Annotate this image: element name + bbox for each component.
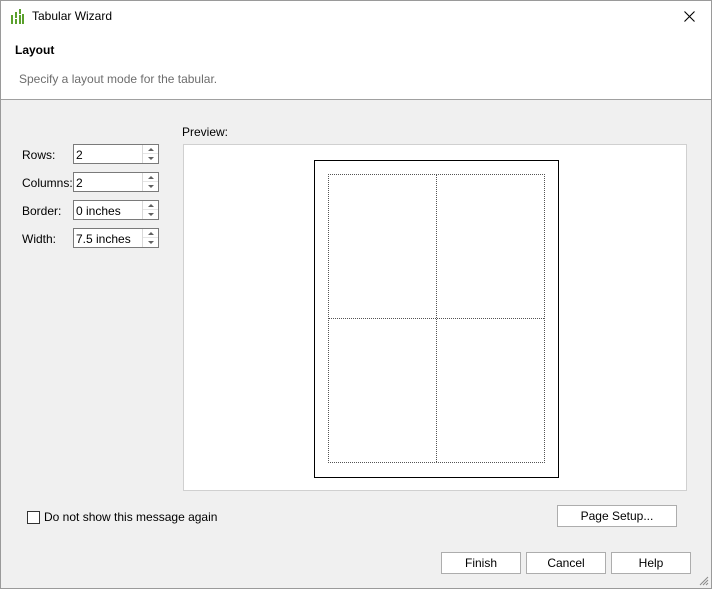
finish-button[interactable]: Finish bbox=[441, 552, 521, 574]
dont-show-label: Do not show this message again bbox=[44, 510, 218, 524]
tabular-wizard-dialog: Tabular Wizard Layout Specify a layout m… bbox=[0, 0, 712, 589]
rows-decrement-button[interactable] bbox=[143, 154, 158, 163]
arrow-up-icon bbox=[147, 203, 154, 207]
close-button[interactable] bbox=[667, 1, 711, 32]
columns-spinner[interactable]: 2 bbox=[73, 172, 159, 192]
columns-decrement-button[interactable] bbox=[143, 182, 158, 191]
border-decrement-button[interactable] bbox=[143, 210, 158, 219]
width-spin-buttons bbox=[142, 229, 158, 247]
page-title: Layout bbox=[15, 43, 55, 57]
preview-page bbox=[314, 160, 559, 478]
border-spin-buttons bbox=[142, 201, 158, 219]
arrow-down-icon bbox=[147, 157, 154, 160]
width-decrement-button[interactable] bbox=[143, 238, 158, 247]
arrow-up-icon bbox=[147, 175, 154, 179]
arrow-down-icon bbox=[147, 213, 154, 216]
arrow-up-icon bbox=[147, 147, 154, 151]
width-value[interactable]: 7.5 inches bbox=[76, 232, 131, 246]
border-label: Border: bbox=[22, 204, 62, 218]
help-button[interactable]: Help bbox=[611, 552, 691, 574]
app-icon bbox=[11, 9, 24, 24]
preview-panel bbox=[183, 144, 687, 491]
page-subtitle: Specify a layout mode for the tabular. bbox=[19, 72, 218, 86]
columns-increment-button[interactable] bbox=[143, 173, 158, 182]
width-spinner[interactable]: 7.5 inches bbox=[73, 228, 159, 248]
rows-spin-buttons bbox=[142, 145, 158, 163]
resize-grip-icon[interactable] bbox=[699, 576, 709, 586]
rows-spinner[interactable]: 2 bbox=[73, 144, 159, 164]
close-icon bbox=[683, 11, 695, 22]
grid-row-divider bbox=[329, 318, 544, 319]
dont-show-checkbox[interactable] bbox=[27, 510, 40, 524]
columns-value[interactable]: 2 bbox=[76, 176, 83, 190]
dont-show-option[interactable]: Do not show this message again bbox=[27, 510, 217, 524]
columns-label: Columns: bbox=[22, 176, 73, 190]
arrow-down-icon bbox=[147, 185, 154, 188]
columns-spin-buttons bbox=[142, 173, 158, 191]
preview-grid bbox=[328, 174, 545, 463]
width-label: Width: bbox=[22, 232, 57, 246]
title-bar: Tabular Wizard bbox=[1, 1, 711, 32]
preview-label: Preview: bbox=[182, 125, 229, 139]
border-value[interactable]: 0 inches bbox=[76, 204, 121, 218]
rows-label: Rows: bbox=[22, 148, 56, 162]
rows-value[interactable]: 2 bbox=[76, 148, 83, 162]
wizard-header: Layout Specify a layout mode for the tab… bbox=[1, 32, 711, 100]
cancel-button[interactable]: Cancel bbox=[526, 552, 606, 574]
arrow-down-icon bbox=[147, 241, 154, 244]
window-title: Tabular Wizard bbox=[32, 9, 113, 23]
border-increment-button[interactable] bbox=[143, 201, 158, 210]
width-increment-button[interactable] bbox=[143, 229, 158, 238]
border-spinner[interactable]: 0 inches bbox=[73, 200, 159, 220]
rows-increment-button[interactable] bbox=[143, 145, 158, 154]
page-setup-button[interactable]: Page Setup... bbox=[557, 505, 677, 527]
arrow-up-icon bbox=[147, 231, 154, 235]
